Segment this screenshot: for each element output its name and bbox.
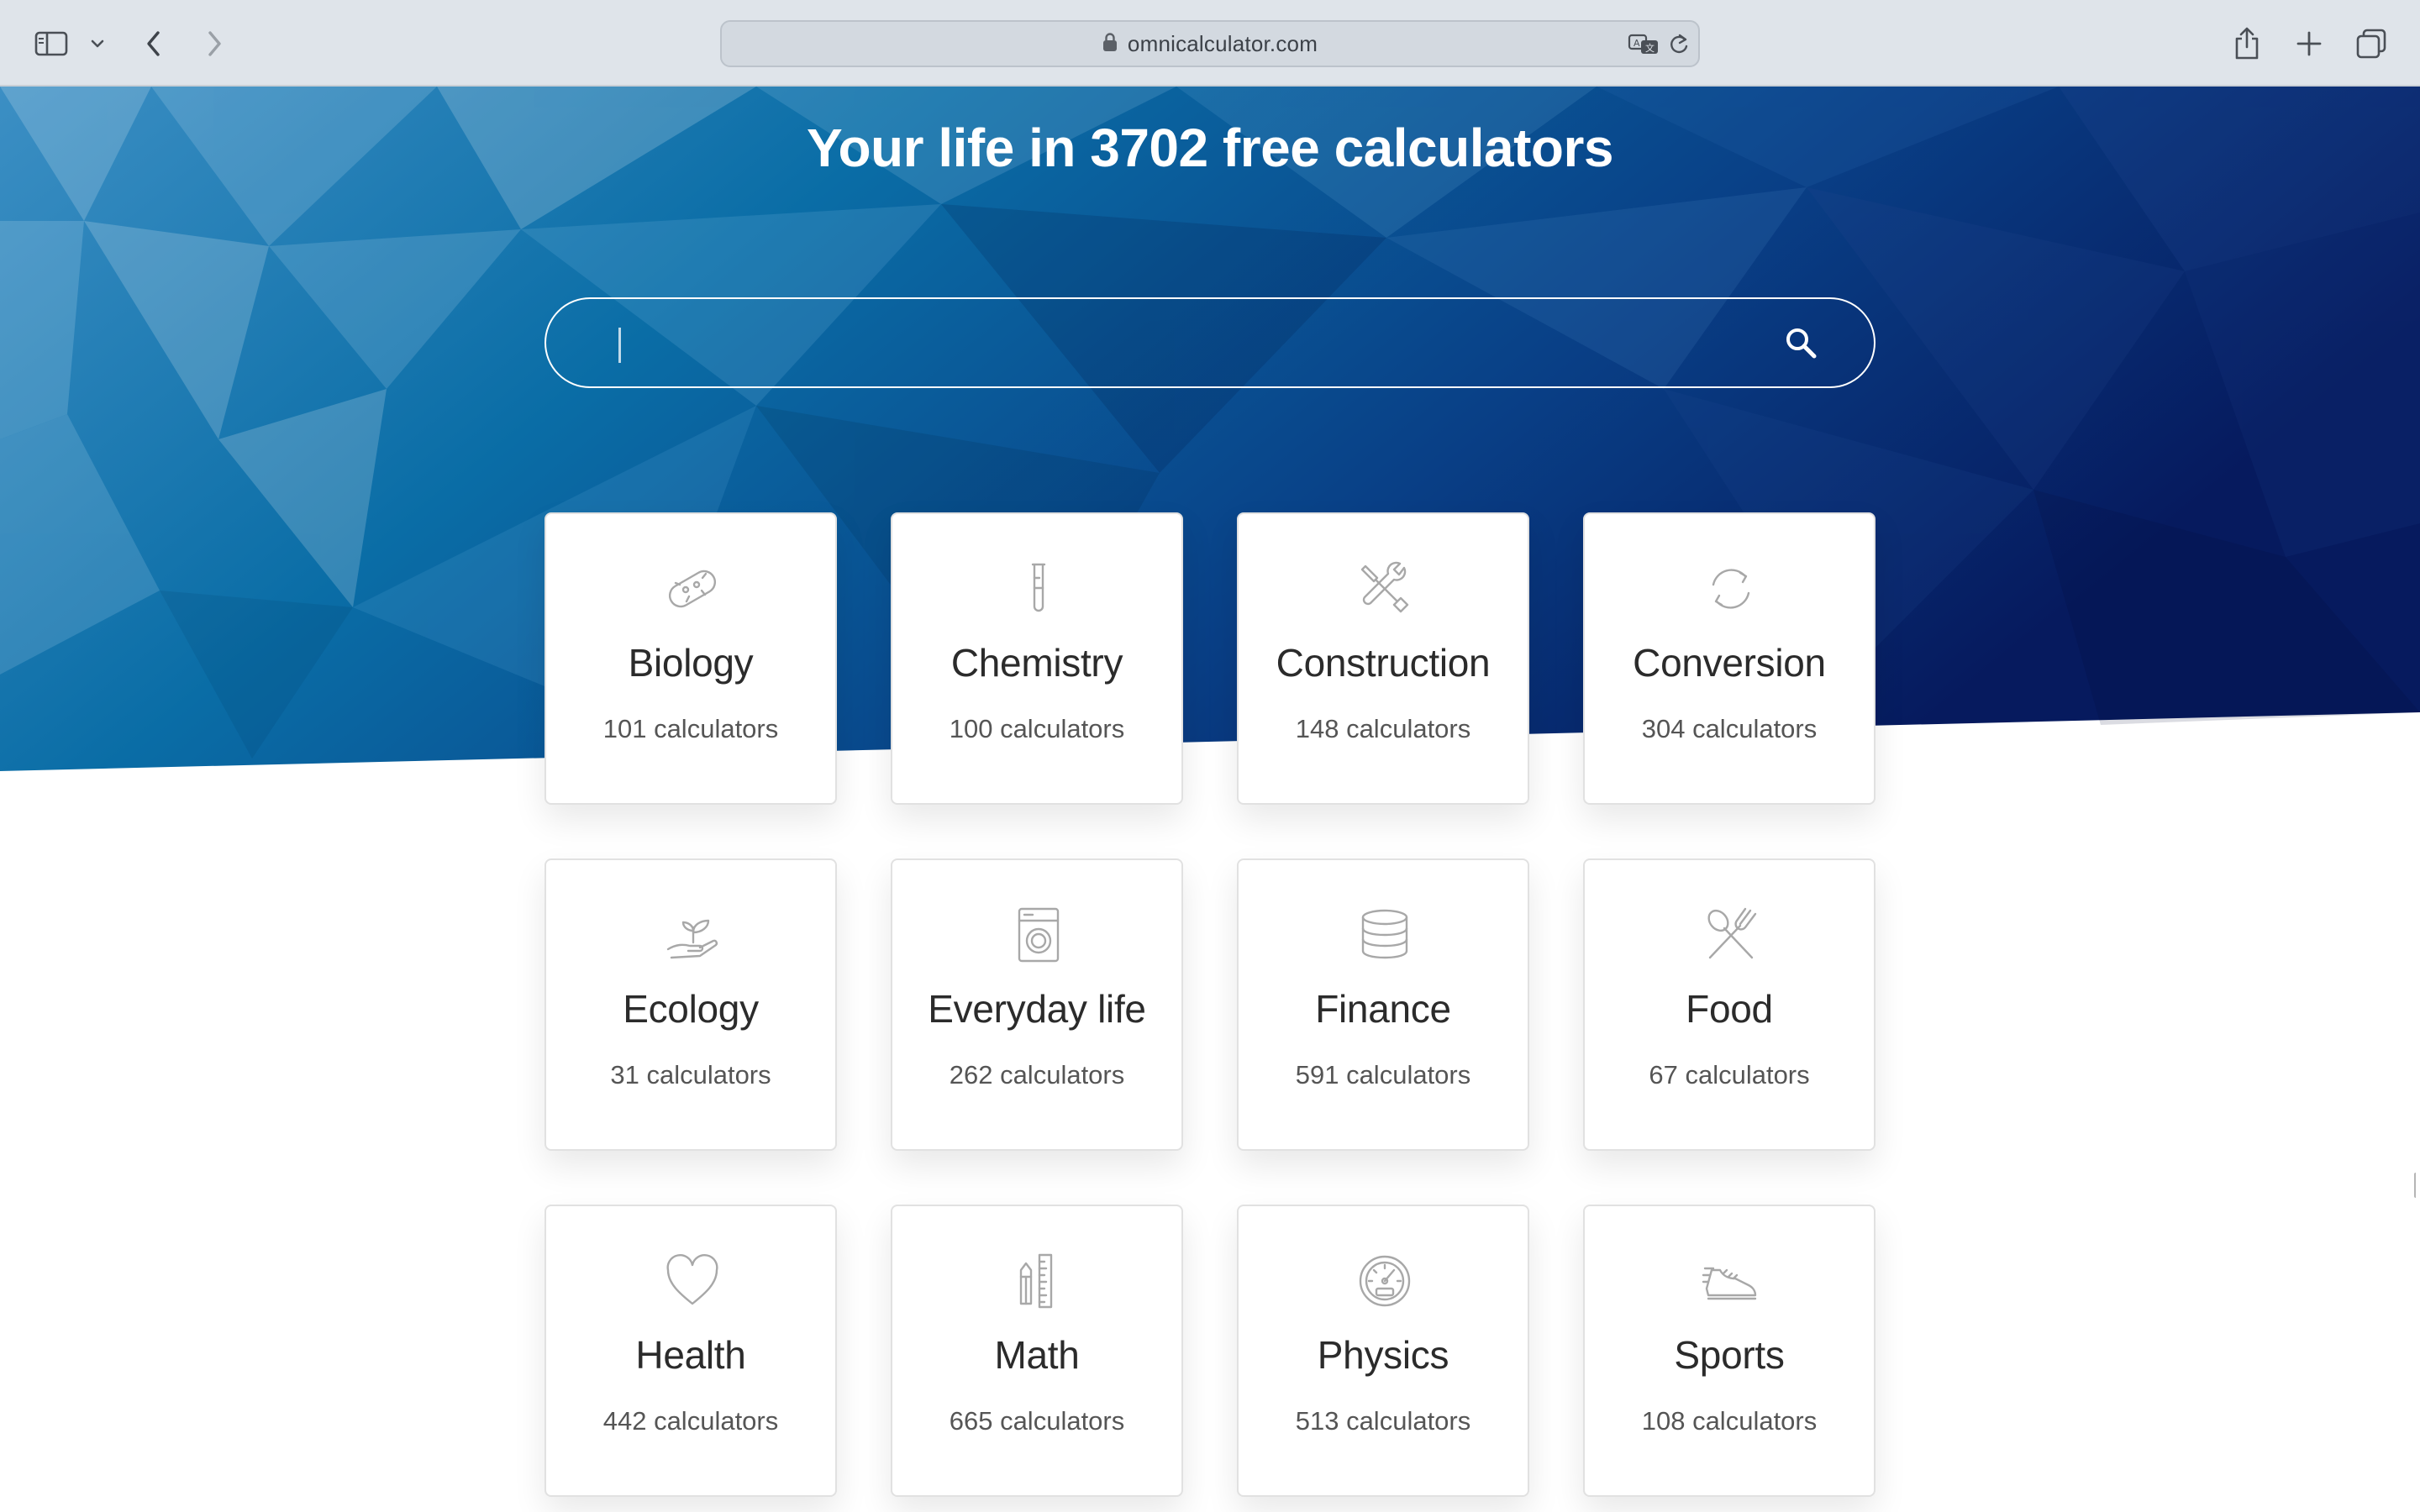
scroll-edge-indicator <box>2414 1173 2417 1198</box>
hero-title: Your life in 3702 free calculators <box>807 118 1614 178</box>
category-card-chemistry[interactable]: Chemistry 100 calculators <box>891 512 1183 805</box>
category-name: Ecology <box>623 987 759 1031</box>
url-text: omnicalculator.com <box>1127 30 1318 56</box>
hero-banner: Your life in 3702 free calculators <box>0 87 2420 775</box>
bacteria-icon <box>663 559 722 618</box>
washing-machine-icon <box>1009 906 1068 964</box>
category-name: Chemistry <box>950 641 1123 685</box>
category-name: Construction <box>1276 641 1491 685</box>
heart-icon <box>663 1252 722 1310</box>
fork-spoon-icon <box>1702 906 1760 964</box>
tab-overview-icon[interactable] <box>2354 22 2388 66</box>
category-card-finance[interactable]: Finance 591 calculators <box>1237 858 1529 1151</box>
tools-icon <box>1355 559 1414 618</box>
category-count: 442 calculators <box>602 1406 779 1436</box>
category-name: Math <box>994 1333 1080 1377</box>
address-bar[interactable]: omnicalculator.com A文 <box>720 20 1700 67</box>
category-name: Food <box>1686 987 1773 1031</box>
category-card-physics[interactable]: Physics 513 calculators <box>1237 1205 1529 1497</box>
sneaker-icon <box>1702 1252 1760 1310</box>
category-card-sports[interactable]: Sports 108 calculators <box>1583 1205 1876 1497</box>
category-card-health[interactable]: Health 442 calculators <box>544 1205 837 1497</box>
category-count: 108 calculators <box>1641 1406 1818 1436</box>
polygon-background <box>0 87 2420 771</box>
category-count: 67 calculators <box>1649 1060 1810 1089</box>
forward-icon[interactable] <box>202 22 227 66</box>
lock-icon <box>1102 32 1118 56</box>
svg-text:A: A <box>1634 38 1640 49</box>
category-count: 513 calculators <box>1295 1406 1471 1436</box>
category-name: Health <box>635 1333 746 1377</box>
convert-arrows-icon <box>1702 559 1760 618</box>
category-card-construction[interactable]: Construction 148 calculators <box>1237 512 1529 805</box>
category-card-food[interactable]: Food 67 calculators <box>1583 858 1876 1151</box>
plus-icon[interactable] <box>2292 22 2326 66</box>
category-card-conversion[interactable]: Conversion 304 calculators <box>1583 512 1876 805</box>
category-name: Everyday life <box>928 987 1146 1031</box>
category-name: Finance <box>1315 987 1451 1031</box>
coins-stack-icon <box>1355 906 1414 964</box>
category-name: Conversion <box>1633 641 1826 685</box>
test-tube-icon <box>1009 559 1068 618</box>
browser-toolbar: omnicalculator.com A文 <box>0 0 2420 87</box>
category-count: 304 calculators <box>1641 714 1818 743</box>
category-name: Physics <box>1317 1333 1449 1377</box>
category-count: 262 calculators <box>949 1060 1125 1089</box>
category-card-math[interactable]: Math 665 calculators <box>891 1205 1183 1497</box>
category-count: 665 calculators <box>949 1406 1125 1436</box>
text-caret <box>618 328 621 363</box>
svg-text:文: 文 <box>1645 42 1655 54</box>
back-icon[interactable] <box>141 22 166 66</box>
sidebar-icon[interactable] <box>32 22 71 66</box>
pencil-ruler-icon <box>1009 1252 1068 1310</box>
category-name: Biology <box>628 641 754 685</box>
share-icon[interactable] <box>2230 22 2264 66</box>
category-count: 591 calculators <box>1295 1060 1471 1089</box>
translate-icon[interactable]: A文 <box>1628 32 1661 57</box>
reload-icon[interactable] <box>1668 32 1690 57</box>
search-box[interactable] <box>544 297 1876 388</box>
search-icon[interactable] <box>1781 323 1820 362</box>
category-count: 31 calculators <box>610 1060 771 1089</box>
category-name: Sports <box>1674 1333 1785 1377</box>
category-count: 101 calculators <box>602 714 779 743</box>
gauge-icon <box>1355 1252 1414 1310</box>
seedling-hand-icon <box>663 906 722 964</box>
chevron-down-icon[interactable] <box>87 22 108 66</box>
category-card-ecology[interactable]: Ecology 31 calculators <box>544 858 837 1151</box>
category-count: 100 calculators <box>949 714 1125 743</box>
category-count: 148 calculators <box>1295 714 1471 743</box>
search-input[interactable] <box>613 316 1706 370</box>
category-card-biology[interactable]: Biology 101 calculators <box>544 512 837 805</box>
category-card-everyday-life[interactable]: Everyday life 262 calculators <box>891 858 1183 1151</box>
